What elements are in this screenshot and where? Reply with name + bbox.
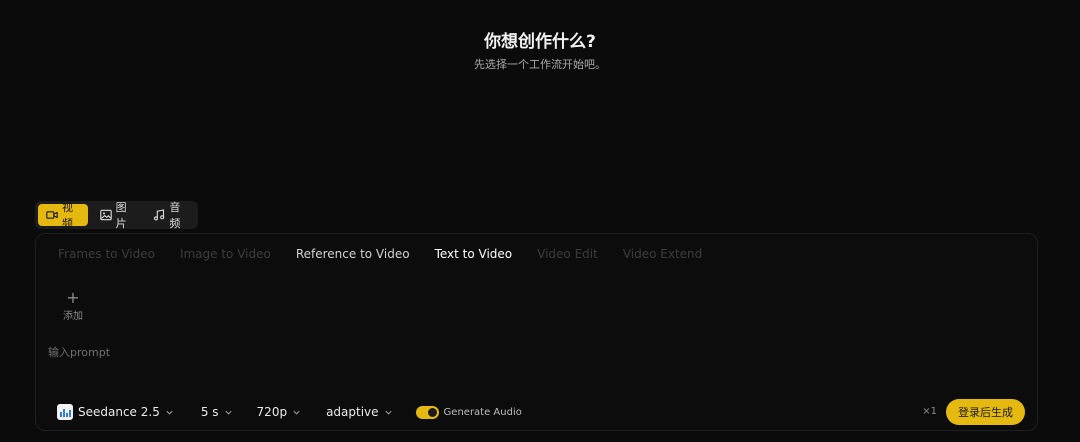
chevron-down-icon (384, 410, 392, 415)
add-button[interactable]: + 添加 (58, 288, 88, 323)
tab-image-label: 图片 (115, 201, 127, 230)
model-select[interactable]: Seedance 2.5 (57, 404, 174, 420)
tab-reference-to-video[interactable]: Reference to Video (296, 247, 410, 261)
prompt-input[interactable] (48, 342, 1008, 362)
image-icon (99, 209, 112, 221)
plus-icon: + (66, 288, 80, 307)
chevron-down-icon (166, 410, 173, 415)
mode-tabs: 视频 图片 音频 (35, 201, 198, 230)
generation-count: ×1 (922, 406, 937, 417)
generate-audio-control: Generate Audio (415, 405, 522, 419)
tab-text-to-video[interactable]: Text to Video (435, 247, 513, 261)
tab-video-label: 视频 (62, 201, 73, 230)
resolution-select[interactable]: 720p (257, 405, 302, 419)
tab-video-extend[interactable]: Video Extend (623, 247, 702, 261)
tab-image-to-video[interactable]: Image to Video (180, 247, 271, 261)
tab-image[interactable]: 图片 (92, 201, 142, 230)
duration-select-label: 5 s (200, 405, 219, 419)
generate-audio-toggle[interactable] (415, 405, 439, 419)
generation-toolbar: Seedance 2.5 5 s 720p adaptive Generate … (57, 400, 522, 424)
music-note-icon (153, 209, 165, 221)
tab-frames-to-video[interactable]: Frames to Video (58, 247, 155, 261)
video-camera-icon (46, 209, 58, 221)
duration-select[interactable]: 5 s (201, 405, 233, 419)
add-button-label: 添加 (63, 311, 83, 322)
aspect-select-label: adaptive (326, 405, 379, 419)
tab-video-edit[interactable]: Video Edit (537, 247, 598, 261)
chevron-down-icon (224, 410, 232, 415)
generate-button[interactable]: 登录后生成 (946, 399, 1025, 425)
chevron-down-icon (293, 410, 300, 415)
page: 你想创作什么? 先选择一个工作流开始吧。 视频 图片 音频 Frames to … (0, 0, 1080, 442)
workflow-tabs: Frames to Video Image to Video Reference… (58, 247, 702, 261)
page-subtitle: 先选择一个工作流开始吧。 (474, 58, 606, 71)
page-title: 你想创作什么? (484, 32, 596, 52)
tab-video[interactable]: 视频 (38, 201, 88, 230)
tab-audio-label: 音频 (169, 201, 181, 230)
resolution-select-label: 720p (256, 405, 288, 419)
aspect-select[interactable]: adaptive (326, 405, 392, 419)
create-panel: Frames to Video Image to Video Reference… (35, 233, 1038, 431)
tab-audio[interactable]: 音频 (145, 201, 195, 230)
model-select-label: Seedance 2.5 (78, 405, 160, 419)
generate-audio-label: Generate Audio (443, 406, 522, 418)
model-logo-icon (57, 404, 73, 420)
